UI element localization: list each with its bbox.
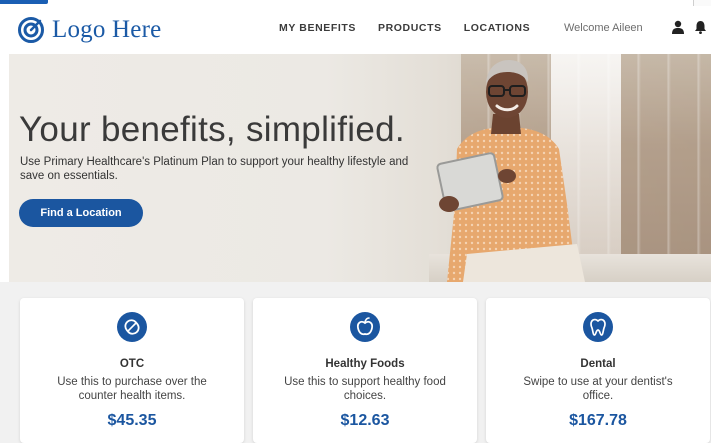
card-amount: $167.78 [569, 412, 627, 429]
benefit-card-otc[interactable]: OTC Use this to purchase over the counte… [20, 298, 244, 443]
logo[interactable]: Logo Here [18, 12, 161, 48]
bell-icon[interactable] [694, 20, 707, 34]
card-amount: $12.63 [340, 412, 390, 429]
site-header: Logo Here MY BENEFITS PRODUCTS LOCATIONS… [0, 6, 711, 54]
card-title: OTC [119, 358, 145, 370]
card-title: Healthy Foods [325, 358, 405, 370]
benefit-card-dental[interactable]: Dental Swipe to use at your dentist's of… [486, 298, 710, 443]
find-location-button[interactable]: Find a Location [19, 199, 143, 227]
logo-text: Logo Here [52, 16, 162, 43]
hero-banner: Your benefits, simplified. Use Primary H… [9, 54, 711, 282]
card-title: Dental [580, 358, 616, 370]
nav-locations[interactable]: LOCATIONS [464, 22, 530, 34]
welcome-text: Welcome Aileen [564, 22, 643, 34]
user-icon[interactable] [671, 20, 685, 34]
card-description: Use this to purchase over the counter he… [57, 376, 207, 402]
apple-icon [350, 312, 380, 342]
card-description: Swipe to use at your dentist's office. [523, 376, 673, 402]
pill-icon [117, 312, 147, 342]
cropped-blue-element [0, 0, 48, 4]
hero-subtitle: Use Primary Healthcare's Platinum Plan t… [20, 156, 409, 182]
main-nav: MY BENEFITS PRODUCTS LOCATIONS [279, 22, 552, 34]
nav-my-benefits[interactable]: MY BENEFITS [279, 22, 356, 34]
card-amount: $45.35 [107, 412, 157, 429]
tooth-icon [583, 312, 613, 342]
card-description: Use this to support healthy food choices… [284, 376, 446, 402]
nav-products[interactable]: PRODUCTS [378, 22, 442, 34]
benefit-card-healthy-foods[interactable]: Healthy Foods Use this to support health… [253, 298, 477, 443]
logo-target-icon [18, 17, 44, 43]
hero-title: Your benefits, simplified. [19, 110, 405, 149]
hero-person-image [436, 60, 585, 282]
